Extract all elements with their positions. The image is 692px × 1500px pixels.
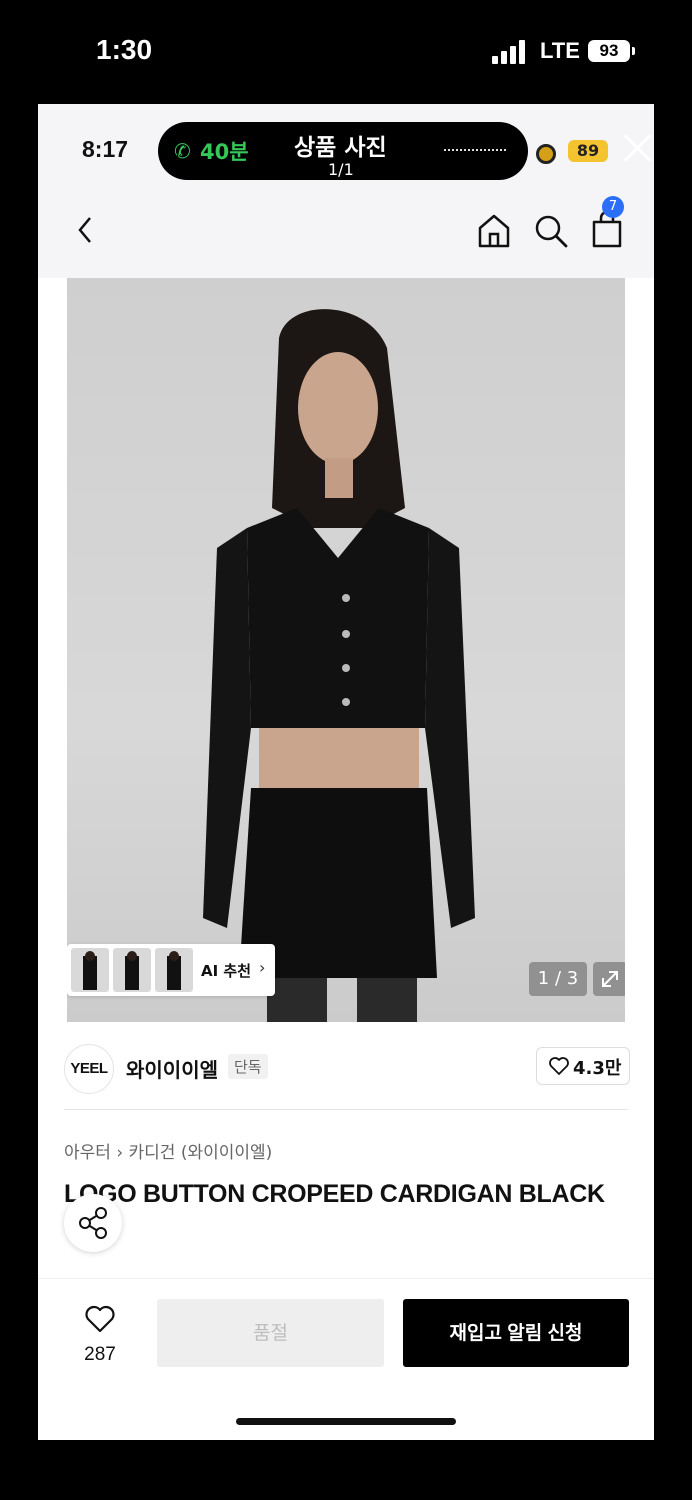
battery-tip (632, 47, 635, 55)
home-icon (478, 214, 510, 248)
os-status-bar: 1:30 LTE 93 (0, 0, 692, 104)
coin-count-badge: 89 (568, 140, 608, 162)
wishlist-button[interactable]: 287 (72, 1300, 128, 1370)
dynamic-island[interactable]: ✆ 40분 상품 사진 1/1 (158, 122, 528, 180)
breadcrumb: 아우터 › 카디건 (와이이이엘) (64, 1138, 272, 1163)
search-button[interactable] (528, 208, 572, 252)
inner-status-bar: 8:17 ✆ 40분 상품 사진 1/1 89 (38, 104, 654, 188)
image-counter: 1 / 3 (529, 962, 587, 996)
home-indicator[interactable] (236, 1418, 456, 1425)
cart-count-badge: 7 (602, 196, 624, 218)
back-button[interactable] (64, 208, 108, 252)
chevron-right-icon: › (259, 958, 266, 977)
brand-like-button[interactable]: 4.3만 (536, 1047, 630, 1085)
breadcrumb-subcategory[interactable]: 카디건 (와이이이엘) (129, 1143, 273, 1163)
ai-recommend-label: AI 추천 (201, 962, 252, 980)
product-photo[interactable]: AI 추천 › 1 / 3 (67, 278, 625, 1022)
app-top-nav: 7 (38, 188, 654, 278)
chevron-left-icon (78, 217, 91, 243)
expand-button[interactable] (593, 962, 625, 996)
page-indicator: 1/1 (328, 160, 354, 179)
restock-alert-button[interactable]: 재입고 알림 신청 (403, 1299, 629, 1367)
soldout-button: 품절 (157, 1299, 384, 1367)
ai-recommend-strip[interactable]: AI 추천 › (67, 944, 275, 996)
wishlist-count: 287 (84, 1344, 116, 1365)
divider (64, 1109, 628, 1110)
thumbnail-image[interactable] (71, 948, 109, 992)
search-icon (535, 215, 568, 248)
bottom-bar-divider (38, 1278, 654, 1279)
model-illustration (203, 309, 475, 1022)
brand-like-count: 4.3만 (573, 1058, 622, 1079)
share-button[interactable] (64, 1194, 122, 1252)
os-clock: 1:30 (96, 34, 153, 65)
thumbnail-image[interactable] (113, 948, 151, 992)
network-type: LTE (540, 38, 580, 63)
call-duration: 40분 (200, 140, 249, 164)
chevron-right-icon: › (116, 1143, 129, 1163)
heart-icon (549, 1057, 569, 1075)
phone-call-icon: ✆ (174, 139, 191, 163)
product-title: LOGO BUTTON CROPEED CARDIGAN BLACK (64, 1180, 605, 1208)
close-icon[interactable] (622, 132, 654, 164)
brand-name[interactable]: 와이이이엘 (126, 1054, 218, 1083)
coin-icon (536, 144, 556, 164)
breadcrumb-category[interactable]: 아우터 (64, 1143, 111, 1163)
thumbnail-image[interactable] (155, 948, 193, 992)
cellular-signal-icon (492, 40, 530, 64)
share-icon (79, 1207, 107, 1239)
inner-clock: 8:17 (82, 136, 129, 162)
battery-icon: 93 (588, 40, 630, 62)
heart-icon (85, 1305, 115, 1333)
waveform-icon (444, 149, 506, 155)
expand-icon (602, 971, 618, 987)
cart-button[interactable]: 7 (586, 196, 630, 252)
brand-logo[interactable]: YEEL (64, 1044, 114, 1094)
phone-screen: 8:17 ✆ 40분 상품 사진 1/1 89 7 AI 추천 › 1 / 3 … (38, 104, 654, 1440)
home-button[interactable] (472, 208, 516, 252)
exclusive-badge: 단독 (228, 1054, 268, 1079)
screen-title: 상품 사진 (294, 135, 387, 161)
